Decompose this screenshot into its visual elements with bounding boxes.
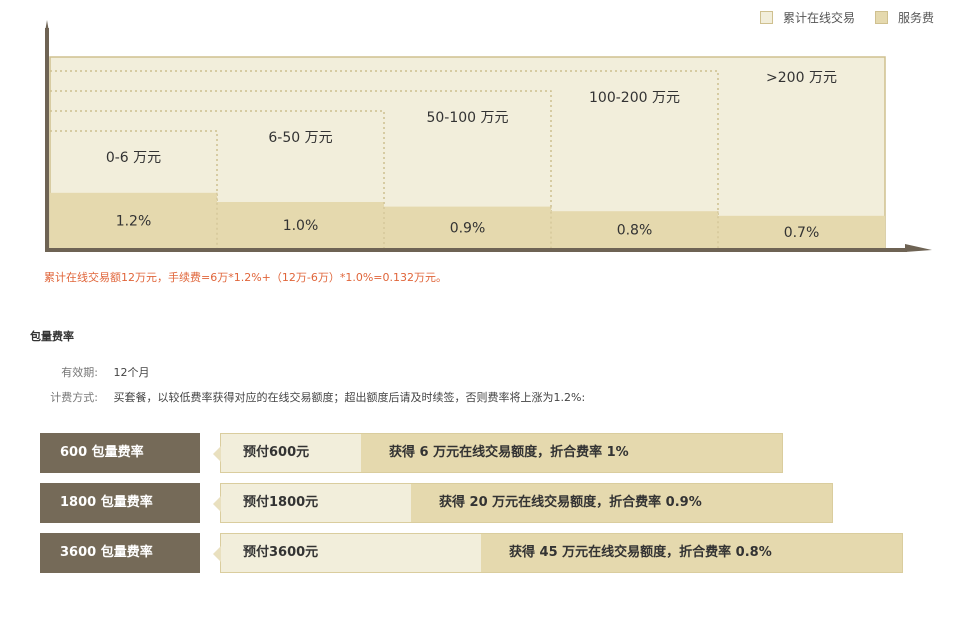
x-axis-arrow [905,244,932,252]
x-axis [45,248,907,252]
package-prepay: 预付1800元 [221,484,411,522]
tier-label-2: 50-100 万元 [426,110,508,126]
package-description: 获得 45 万元在线交易额度，折合费率 0.8% [509,545,772,560]
package-name: 600 包量费率 [40,433,200,473]
y-axis [45,28,49,252]
fee-rate-label-0: 1.2% [116,213,152,229]
package-row-1800[interactable]: 1800 包量费率 预付1800元 获得 20 万元在线交易额度，折合费率 0.… [40,483,833,523]
billing-row: 计费方式: 买套餐，以较低费率获得对应的在线交易额度；超出额度后请及时续签，否则… [40,389,585,405]
package-bar: 预付3600元 获得 45 万元在线交易额度，折合费率 0.8% [213,533,903,573]
package-row-600[interactable]: 600 包量费率 预付600元 获得 6 万元在线交易额度，折合费率 1% [40,433,783,473]
section-title-package-rate: 包量费率 [30,330,74,343]
validity-row: 有效期: 12个月 [40,364,150,380]
package-prepay: 预付3600元 [221,534,481,572]
billing-label: 计费方式: [50,391,98,404]
package-description: 获得 6 万元在线交易额度，折合费率 1% [389,445,629,460]
package-name: 3600 包量费率 [40,533,200,573]
y-axis-arrow [45,20,49,32]
tier-label-1: 6-50 万元 [268,130,332,146]
package-name: 1800 包量费率 [40,483,200,523]
tier-label-3: 100-200 万元 [589,90,680,106]
example-calculation-note: 累计在线交易额12万元，手续费=6万*1.2%+（12万-6万）*1.0%=0.… [44,271,447,284]
fee-rate-label-2: 0.9% [450,220,486,236]
fee-rate-label-1: 1.0% [283,218,319,234]
billing-value: 买套餐，以较低费率获得对应的在线交易额度；超出额度后请及时续签，否则费率将上涨为… [113,391,586,404]
tier-fee-chart: 0-6 万元 6-50 万元 50-100 万元 100-200 万元 >200 万元 1… [45,20,932,252]
package-prepay: 预付600元 [221,434,361,472]
package-bar: 预付600元 获得 6 万元在线交易额度，折合费率 1% [213,433,783,473]
fee-rate-label-4: 0.7% [784,225,820,241]
package-row-3600[interactable]: 3600 包量费率 预付3600元 获得 45 万元在线交易额度，折合费率 0.… [40,533,903,573]
validity-label: 有效期: [61,366,98,379]
tier-label-0: 0-6 万元 [106,150,161,166]
package-bar: 预付1800元 获得 20 万元在线交易额度，折合费率 0.9% [213,483,833,523]
fee-rate-label-3: 0.8% [617,223,653,239]
package-description: 获得 20 万元在线交易额度，折合费率 0.9% [439,495,702,510]
validity-value: 12个月 [113,366,150,379]
tier-label-4: >200 万元 [766,70,837,86]
